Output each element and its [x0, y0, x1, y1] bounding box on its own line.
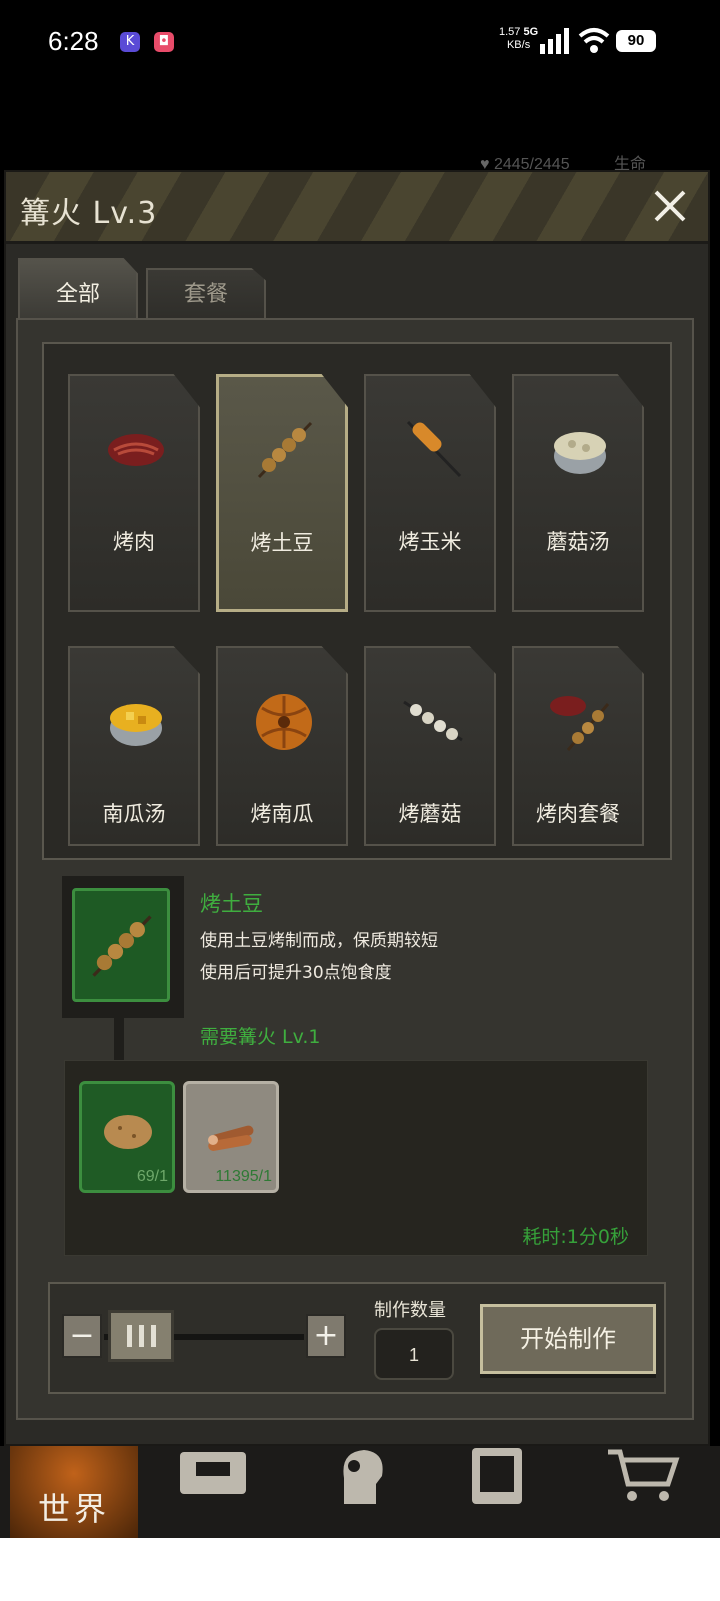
network-speed-unit: KB/s — [506, 39, 531, 51]
close-icon[interactable] — [650, 186, 690, 226]
detail-connector — [114, 1018, 124, 1060]
corn-skewer-icon — [406, 420, 462, 478]
network-speed-value: 1.57 — [499, 26, 521, 38]
recipe-label: 烤玉米 — [398, 530, 462, 554]
app-notification-icon: K — [120, 32, 140, 52]
network-speed: 1.57 5G KB/s — [499, 26, 538, 52]
signal-icon — [540, 28, 569, 54]
nav-world[interactable]: 世界 — [10, 1446, 138, 1538]
detail-requirement: 需要篝火 Lv.1 — [200, 1026, 321, 1048]
pumpkin-soup-icon — [110, 704, 162, 746]
dialog-header: 篝火 Lv.3 — [6, 172, 708, 244]
roast-pumpkin-icon — [256, 694, 312, 750]
recipe-label: 烤土豆 — [250, 531, 314, 555]
mushroom-soup-icon — [554, 432, 606, 474]
recipe-label: 烤南瓜 — [250, 802, 314, 826]
material-count: 11395/1 — [215, 1168, 272, 1185]
recipe-card-roast-pumpkin[interactable]: 烤南瓜 — [216, 646, 348, 846]
status-bar: 6:28 K ◘ 1.57 5G KB/s 90 — [0, 0, 720, 90]
recipe-label: 烤蘑菇 — [398, 802, 462, 826]
quantity-label: 制作数量 — [374, 1300, 446, 1321]
detail-name: 烤土豆 — [200, 892, 263, 916]
tab-content: 烤肉 烤土豆 烤玉米 蘑菇汤 南瓜汤 烤南瓜 烤蘑菇 烤肉套餐 烤土豆 使用土豆… — [16, 318, 694, 1420]
recipe-card-roast-corn[interactable]: 烤玉米 — [364, 374, 496, 612]
dialog-title: 篝火 Lv.3 — [20, 196, 158, 231]
recipe-card-meat-combo[interactable]: 烤肉套餐 — [512, 646, 644, 846]
wifi-icon — [578, 28, 610, 53]
character-icon[interactable] — [320, 1448, 398, 1504]
detail-description: 使用土豆烤制而成，保质期较短 — [200, 931, 438, 951]
recipe-label: 南瓜汤 — [102, 802, 166, 826]
recipe-card-pumpkin-soup[interactable]: 南瓜汤 — [68, 646, 200, 846]
device-icon[interactable] — [466, 1448, 544, 1504]
detail-item-slot — [72, 888, 170, 1002]
steak-icon — [108, 434, 164, 466]
recipe-card-mushroom-soup[interactable]: 蘑菇汤 — [512, 374, 644, 612]
backpack-icon[interactable] — [174, 1448, 252, 1504]
recipe-card-roast-meat[interactable]: 烤肉 — [68, 374, 200, 612]
potato-icon — [104, 1115, 152, 1149]
system-nav-area — [0, 1538, 720, 1601]
craft-controls: − + 制作数量 1 开始制作 — [48, 1282, 666, 1394]
app-notification-icon-2: ◘ — [154, 32, 174, 52]
detail-icon-frame — [62, 876, 184, 1018]
potato-skewer-icon — [257, 421, 313, 479]
network-type: 5G — [523, 26, 539, 38]
decrease-button[interactable]: − — [62, 1314, 102, 1358]
potato-skewer-icon — [92, 915, 152, 977]
time-cost: 耗时:1分0秒 — [522, 1226, 629, 1248]
nav-world-label: 世界 — [38, 1490, 111, 1528]
mushroom-skewer-icon — [403, 700, 463, 742]
tab-combo[interactable]: 套餐 — [146, 268, 266, 318]
shop-cart-icon[interactable] — [606, 1448, 684, 1504]
material-slot-firewood[interactable]: 11395/1 — [183, 1081, 279, 1193]
firewood-icon — [208, 1125, 254, 1151]
start-crafting-button[interactable]: 开始制作 — [480, 1304, 656, 1374]
recipe-grid: 烤肉 烤土豆 烤玉米 蘑菇汤 南瓜汤 烤南瓜 烤蘑菇 烤肉套餐 — [42, 342, 672, 860]
battery-indicator: 90 — [616, 30, 656, 52]
material-slot-potato[interactable]: 69/1 — [79, 1081, 175, 1193]
material-count: 69/1 — [136, 1168, 168, 1185]
campfire-dialog: 篝火 Lv.3 全部 套餐 烤肉 烤土豆 烤玉米 蘑菇汤 南瓜汤 烤南瓜 烤蘑菇… — [4, 170, 710, 1446]
clock: 6:28 — [48, 26, 99, 56]
quantity-input[interactable]: 1 — [374, 1328, 454, 1380]
recipe-label: 烤肉套餐 — [536, 802, 620, 826]
recipe-label: 蘑菇汤 — [546, 530, 610, 554]
meat-combo-icon — [550, 696, 610, 751]
increase-button[interactable]: + — [306, 1314, 346, 1358]
quantity-slider-thumb[interactable] — [108, 1310, 174, 1362]
recipe-card-roast-mushroom[interactable]: 烤蘑菇 — [364, 646, 496, 846]
recipe-label: 烤肉 — [113, 530, 155, 554]
bottom-nav: 世界 — [0, 1446, 720, 1538]
recipe-card-roast-potato[interactable]: 烤土豆 — [216, 374, 348, 612]
tab-all[interactable]: 全部 — [18, 258, 138, 320]
detail-effect: 使用后可提升30点饱食度 — [200, 963, 392, 983]
materials-panel: 69/1 11395/1 耗时:1分0秒 — [64, 1060, 648, 1256]
